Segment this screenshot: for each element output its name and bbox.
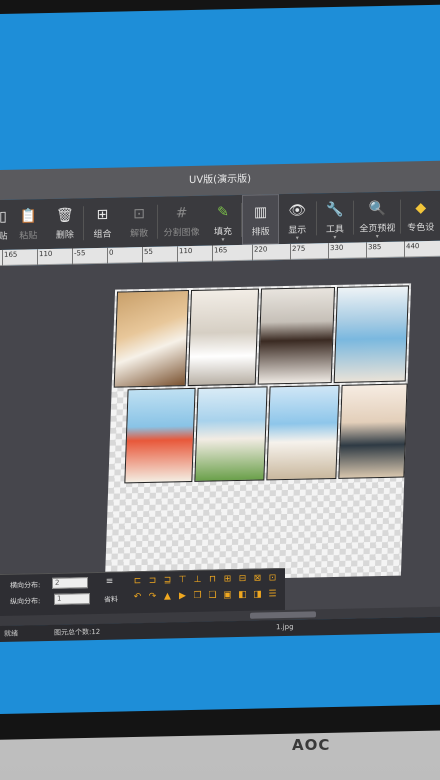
spot-color-icon: ◆ — [415, 200, 427, 217]
spot-color-button[interactable]: ◆ 专色设 — [401, 191, 440, 242]
ruler-tick — [290, 243, 291, 260]
distribute-h-icon[interactable]: ⊞ — [222, 574, 233, 585]
flip-horizontal-icon[interactable]: ▶ — [177, 591, 188, 602]
layout-icon: ▥ — [254, 204, 268, 221]
photo-tile[interactable] — [194, 386, 268, 482]
delete-button[interactable]: 🗑 删除 — [47, 198, 84, 249]
ungroup-icon: ⊡ — [133, 205, 146, 223]
ruler-label: 220 — [254, 245, 268, 254]
rotate-right-icon[interactable]: ↷ — [147, 592, 158, 603]
ruler-label: -55 — [74, 249, 86, 258]
vertical-distribution-input[interactable]: 1 — [54, 593, 90, 605]
copy-icon[interactable]: ❐ — [192, 591, 203, 602]
ruler-label: 110 — [39, 249, 53, 259]
ruler-label: 165 — [214, 246, 228, 255]
menu-lines-icon[interactable]: ≡ — [104, 577, 115, 588]
rotate-left-icon[interactable]: ↶ — [132, 592, 143, 603]
status-ready: 就绪 — [4, 629, 18, 638]
grid-split-icon: # — [175, 205, 188, 222]
ruler-label: 110 — [179, 246, 193, 256]
group-icon: ⊞ — [96, 206, 109, 223]
paste-button[interactable]: 📋 粘贴 — [10, 199, 47, 250]
ruler-tick — [252, 244, 253, 261]
ruler-tick — [366, 242, 367, 259]
ruler-label: 385 — [368, 243, 382, 252]
screen: UV版(演示版) ▯ 贴 📋 粘贴 🗑 删除 ⊞ 组合 ⊡ 解散 # 分割图像 … — [0, 4, 440, 714]
ungroup-button[interactable]: ⊡ 解散 — [121, 197, 158, 248]
same-width-icon[interactable]: ⊡ — [267, 573, 278, 584]
current-file: 1.jpg — [276, 622, 294, 632]
align-right-icon[interactable]: ⊒ — [162, 575, 173, 586]
preview-icon: 🔍 — [368, 200, 387, 218]
ruler-tick — [177, 246, 178, 263]
horizontal-distribution-input[interactable]: 2 — [52, 577, 88, 589]
fill-pen-icon: ✎ — [217, 204, 229, 221]
split-image-button[interactable]: # 分割图像 — [158, 196, 204, 247]
spacing-icon[interactable]: ☰ — [267, 589, 278, 600]
duplicate-icon[interactable]: ❏ — [207, 590, 218, 601]
ruler-label: 165 — [4, 250, 18, 259]
trash-icon: 🗑 — [56, 207, 74, 224]
main-toolbar: ▯ 贴 📋 粘贴 🗑 删除 ⊞ 组合 ⊡ 解散 # 分割图像 ✎ 填充 ▾ ▥ … — [0, 190, 440, 250]
toolbar-item-partial[interactable]: ▯ 贴 — [0, 200, 10, 250]
ruler-label: 0 — [109, 248, 114, 257]
ruler-tick — [2, 249, 3, 266]
element-count: 图元总个数:12 — [54, 627, 101, 637]
align-center-icon[interactable]: ⊐ — [147, 576, 158, 587]
ruler-label: 55 — [144, 247, 153, 256]
ruler-label: 440 — [406, 242, 420, 251]
save-material-label[interactable]: 省料 — [104, 595, 118, 605]
align-top-icon[interactable]: ⊤ — [177, 575, 188, 586]
ruler-label: 275 — [292, 244, 306, 253]
send-back-icon[interactable]: ◨ — [252, 589, 263, 600]
ruler-tick — [37, 249, 38, 266]
ruler-tick — [212, 245, 213, 262]
scrollbar-thumb[interactable] — [250, 611, 316, 619]
brand-logo: AOC — [292, 736, 331, 754]
full-page-preview-button[interactable]: 🔍 全页预视 ▾ — [354, 192, 400, 243]
group-button[interactable]: ⊞ 组合 — [84, 197, 121, 248]
ruler-tick — [404, 241, 405, 258]
photo-tile[interactable] — [113, 290, 190, 388]
layout-button[interactable]: ▥ 排版 — [242, 194, 279, 245]
chevron-down-icon: ▾ — [295, 234, 299, 242]
monitor-frame: UV版(演示版) ▯ 贴 📋 粘贴 🗑 删除 ⊞ 组合 ⊡ 解散 # 分割图像 … — [0, 0, 440, 780]
flip-vertical-icon[interactable]: ▲ — [162, 591, 173, 602]
clipboard-icon: 📋 — [19, 208, 38, 225]
distribute-v-icon[interactable]: ⊟ — [237, 574, 248, 585]
photo-tile[interactable] — [124, 387, 196, 484]
arrange-icon[interactable]: ▣ — [222, 590, 233, 601]
photo-tile[interactable] — [333, 285, 410, 384]
chevron-down-icon: ▾ — [375, 233, 379, 241]
horizontal-distribution-label: 横向分布: — [10, 581, 41, 590]
align-left-icon[interactable]: ⊏ — [132, 576, 143, 587]
photo-tile[interactable] — [257, 286, 336, 385]
ruler-tick — [142, 247, 143, 264]
wrench-icon: 🔧 — [326, 201, 344, 219]
align-middle-icon[interactable]: ⊥ — [192, 575, 203, 586]
fill-button[interactable]: ✎ 填充 ▾ — [205, 195, 242, 246]
ruler-label: 330 — [330, 243, 344, 253]
align-bottom-icon[interactable]: ⊓ — [207, 574, 218, 585]
photo-tile[interactable] — [338, 383, 408, 479]
eye-icon: 👁 — [288, 202, 307, 219]
same-size-icon[interactable]: ⊠ — [252, 573, 263, 584]
photo-tile[interactable] — [266, 384, 340, 481]
tools-button[interactable]: 🔧 工具 ▾ — [317, 193, 354, 244]
ruler-tick — [72, 248, 73, 265]
photo-tile[interactable] — [187, 288, 260, 387]
chevron-down-icon: ▾ — [333, 233, 337, 242]
ruler-tick — [107, 247, 108, 264]
display-button[interactable]: 👁 显示 ▾ — [279, 193, 316, 244]
print-canvas[interactable] — [104, 283, 412, 582]
vertical-distribution-label: 纵向分布: — [10, 597, 41, 606]
bring-front-icon[interactable]: ◧ — [237, 590, 248, 601]
ruler-tick — [328, 243, 329, 260]
chevron-down-icon: ▾ — [221, 236, 225, 244]
